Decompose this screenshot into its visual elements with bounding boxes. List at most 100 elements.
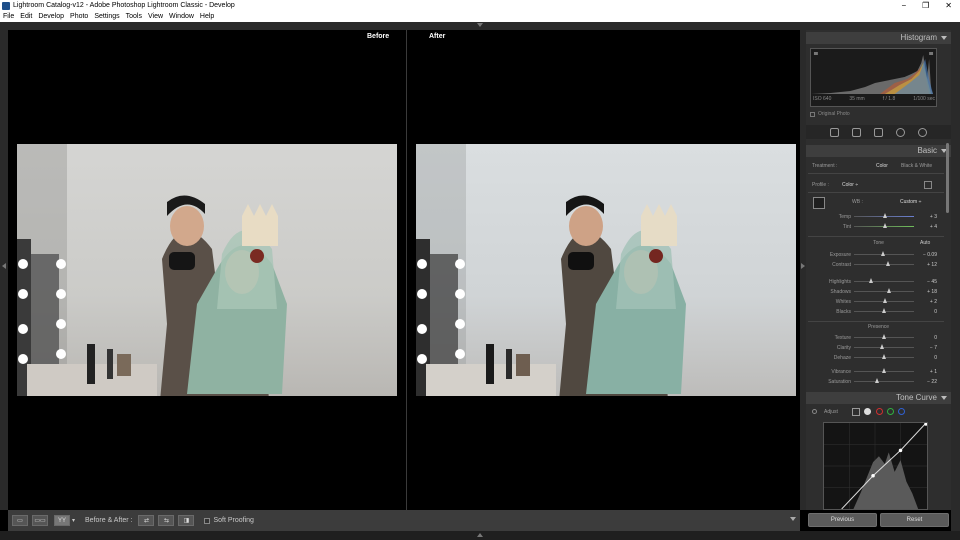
red-channel-icon[interactable] (876, 408, 883, 415)
healing-brush-icon[interactable] (874, 127, 883, 137)
before-photo-image (17, 144, 287, 396)
copy-before-to-after-button[interactable]: ⇄ (138, 515, 155, 526)
slider-thumb-highlights[interactable] (868, 278, 873, 283)
slider-thumb-saturation[interactable] (875, 378, 880, 383)
reset-button[interactable]: Reset (880, 513, 949, 527)
edit-sliders-icon[interactable] (830, 127, 839, 137)
slider-track-clarity[interactable] (854, 347, 914, 348)
survey-view-button[interactable]: ▭▭ (32, 515, 48, 526)
treatment-color-option[interactable]: Color (876, 163, 888, 169)
maximize-button[interactable]: ❐ (922, 0, 929, 11)
close-button[interactable]: ✕ (945, 0, 952, 11)
slider-row-blacks: Blacks 0 (806, 307, 951, 317)
slider-track-shadows[interactable] (854, 291, 914, 292)
menu-view[interactable]: View (148, 13, 163, 20)
slider-value-dehaze[interactable]: 0 (934, 355, 937, 361)
minimize-button[interactable]: − (901, 0, 906, 11)
copy-after-to-before-button[interactable]: ⇆ (158, 515, 175, 526)
toolbar-menu-icon[interactable] (790, 517, 796, 521)
slider-value-contrast[interactable]: + 12 (927, 262, 937, 268)
menu-settings[interactable]: Settings (94, 13, 119, 20)
view-mode-dropdown-icon[interactable]: ▾ (72, 517, 75, 524)
profile-browser-icon[interactable] (924, 181, 932, 189)
red-eye-icon[interactable] (896, 127, 905, 137)
menu-file[interactable]: File (3, 13, 14, 20)
tone-curve-header[interactable]: Tone Curve (806, 392, 951, 404)
soft-proofing-label: Soft Proofing (213, 517, 254, 524)
slider-thumb-clarity[interactable] (879, 344, 884, 349)
before-photo[interactable] (17, 144, 397, 396)
slider-value-blacks[interactable]: 0 (934, 309, 937, 315)
slider-row-dehaze: Dehaze 0 (806, 353, 951, 363)
green-channel-icon[interactable] (887, 408, 894, 415)
left-panel-toggle[interactable] (0, 30, 8, 510)
menu-window[interactable]: Window (169, 13, 194, 20)
slider-value-saturation[interactable]: − 22 (927, 379, 937, 385)
slider-value-texture[interactable]: 0 (934, 335, 937, 341)
original-photo-checkbox[interactable] (810, 111, 815, 117)
parametric-curve-icon[interactable] (852, 408, 860, 416)
target-adjust-icon[interactable] (812, 409, 817, 414)
slider-track-highlights[interactable] (854, 281, 914, 282)
slider-thumb-blacks[interactable] (882, 308, 886, 313)
slider-thumb-shadows[interactable] (887, 288, 892, 293)
slider-track-contrast[interactable] (854, 264, 914, 265)
menu-tools[interactable]: Tools (126, 13, 142, 20)
loupe-view-button[interactable]: ▭ (12, 515, 28, 526)
slider-thumb-temp[interactable] (883, 213, 888, 218)
eyedropper-icon[interactable] (813, 197, 825, 209)
histogram-display[interactable]: ISO 640 35 mm f / 1.8 1/100 sec (810, 48, 937, 107)
after-label: After (429, 33, 446, 40)
slider-row-saturation: Saturation − 22 (806, 377, 951, 387)
slider-thumb-vibrance[interactable] (882, 368, 886, 373)
slider-value-exposure[interactable]: − 0.09 (923, 252, 937, 258)
slider-label-vibrance: Vibrance (831, 369, 851, 375)
rgb-channel-icon[interactable] (864, 408, 871, 415)
slider-value-clarity[interactable]: − 7 (930, 345, 937, 351)
slider-value-temp[interactable]: + 3 (930, 214, 937, 220)
blue-channel-icon[interactable] (898, 408, 905, 415)
panel-scrollbar-thumb[interactable] (946, 143, 949, 213)
presence-section-label: Presence (867, 324, 890, 330)
filmstrip-toggle[interactable] (0, 531, 960, 540)
slider-thumb-dehaze[interactable] (882, 354, 886, 359)
tone-curve-graph[interactable] (823, 422, 928, 510)
tone-auto-button[interactable]: Auto (920, 240, 930, 246)
slider-value-vibrance[interactable]: + 1 (930, 369, 937, 375)
slider-track-saturation[interactable] (854, 381, 914, 382)
profile-label: Profile : (812, 182, 829, 188)
slider-thumb-contrast[interactable] (885, 261, 890, 266)
before-after-view-button[interactable]: YY (54, 515, 70, 526)
slider-thumb-texture[interactable] (882, 334, 886, 339)
menu-develop[interactable]: Develop (38, 13, 64, 20)
top-panel-toggle[interactable] (0, 22, 960, 30)
iso-value: ISO 640 (813, 96, 832, 102)
slider-value-tint[interactable]: + 4 (930, 224, 937, 230)
slider-value-highlights[interactable]: − 45 (927, 279, 937, 285)
previous-button[interactable]: Previous (808, 513, 877, 527)
menu-edit[interactable]: Edit (20, 13, 32, 20)
after-photo[interactable] (416, 144, 796, 396)
masking-icon[interactable] (918, 127, 927, 137)
soft-proofing-checkbox[interactable] (204, 517, 211, 524)
after-photo-image (416, 144, 686, 396)
camera-info: ISO 640 35 mm f / 1.8 1/100 sec (813, 96, 935, 102)
slider-row-tint: Tint + 4 (806, 222, 951, 232)
slider-thumb-exposure[interactable] (881, 251, 886, 256)
wb-dropdown[interactable]: Custom ÷ (900, 199, 921, 205)
slider-thumb-whites[interactable] (882, 298, 887, 303)
slider-thumb-tint[interactable] (883, 223, 888, 228)
swap-before-after-button[interactable]: ◨ (178, 515, 195, 526)
basic-header[interactable]: Basic (806, 145, 951, 157)
menu-help[interactable]: Help (200, 13, 214, 20)
treatment-row: Treatment : Color Black & White (806, 160, 951, 171)
slider-value-whites[interactable]: + 2 (930, 299, 937, 305)
treatment-label: Treatment : (812, 163, 838, 169)
slider-value-shadows[interactable]: + 18 (927, 289, 937, 295)
histogram-header[interactable]: Histogram (806, 32, 951, 44)
profile-dropdown[interactable]: Color ÷ (842, 182, 858, 188)
menu-photo[interactable]: Photo (70, 13, 88, 20)
original-photo-toggle[interactable]: Original Photo (810, 111, 850, 117)
treatment-bw-option[interactable]: Black & White (901, 163, 932, 169)
crop-icon[interactable] (852, 127, 861, 137)
